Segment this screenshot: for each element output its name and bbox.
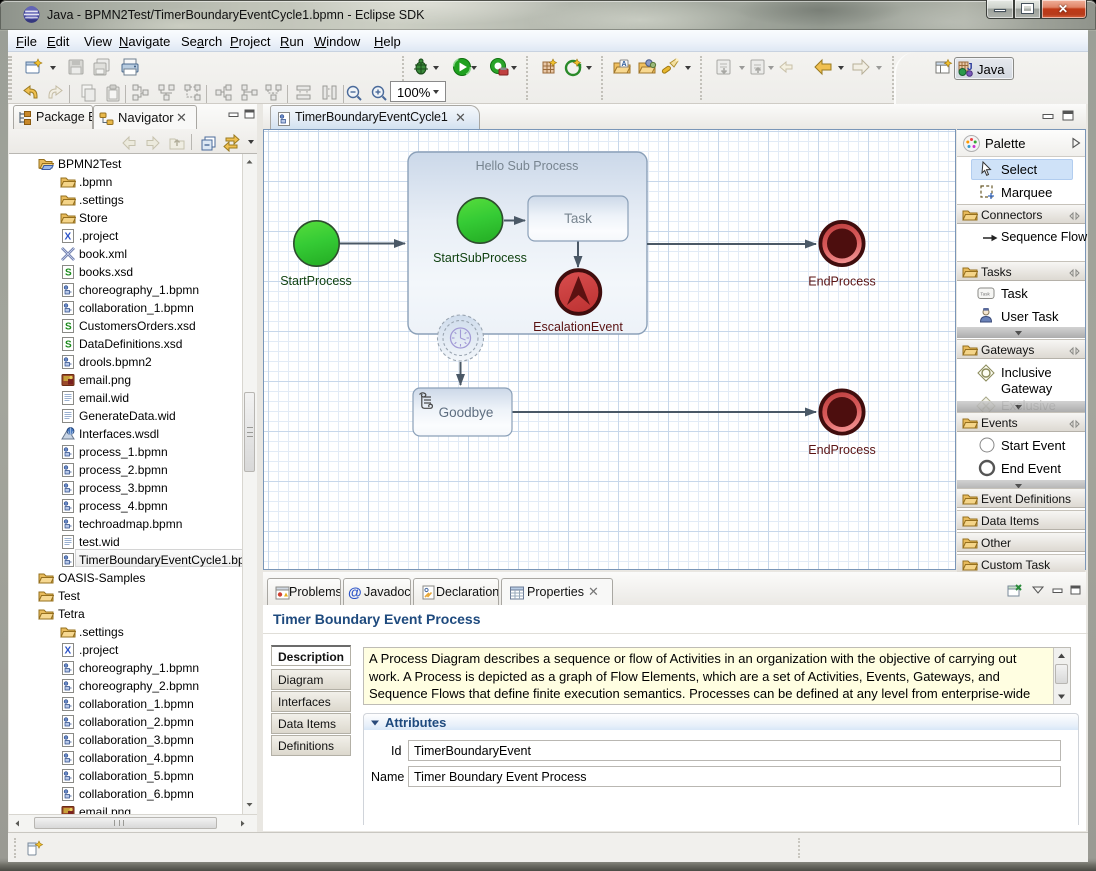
svg-text:S: S <box>65 322 72 333</box>
svg-text:EndProcess: EndProcess <box>808 275 875 289</box>
svg-text:Hello Sub Process: Hello Sub Process <box>476 159 579 173</box>
svg-text:Task: Task <box>564 211 592 226</box>
svg-text:X: X <box>65 232 72 243</box>
svg-text:StartSubProcess: StartSubProcess <box>433 251 527 265</box>
svg-text:StartProcess: StartProcess <box>280 274 352 288</box>
svg-text:Task: Task <box>980 292 990 297</box>
svg-text:EndProcess: EndProcess <box>808 443 875 457</box>
svg-text:X: X <box>65 646 72 657</box>
svg-text:S: S <box>65 340 72 351</box>
svg-text:Goodbye: Goodbye <box>439 405 494 420</box>
svg-text:EscalationEvent: EscalationEvent <box>533 320 623 334</box>
svg-text:J: J <box>967 62 973 73</box>
svg-text:S: S <box>65 268 72 279</box>
svg-text:A: A <box>622 61 627 68</box>
